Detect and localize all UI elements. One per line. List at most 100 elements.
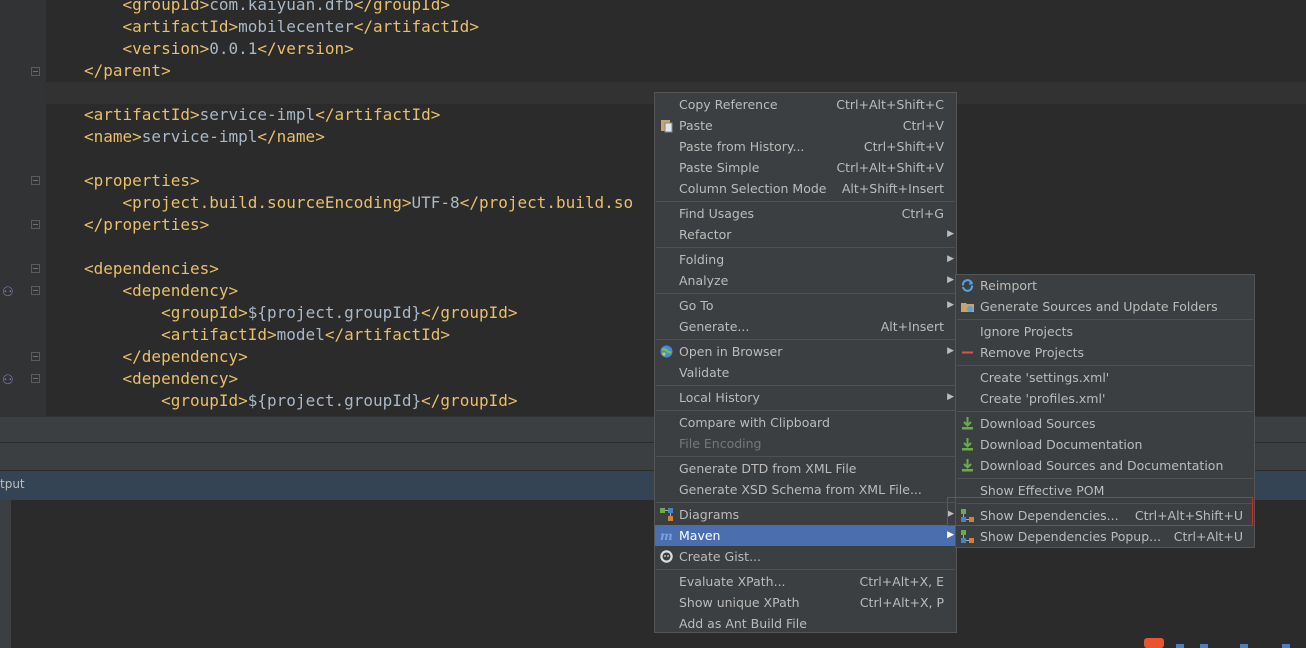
menu-item-paste-simple[interactable]: Paste Simple Ctrl+Alt+Shift+V [655,157,956,178]
menu-item-ignore-projects[interactable]: Ignore Projects [956,321,1254,342]
menu-item-remove-projects[interactable]: Remove Projects [956,342,1254,363]
menu-item-analyze[interactable]: Analyze ▶ [655,270,956,291]
menu-separator [957,478,1253,479]
menu-item-reimport[interactable]: Reimport [956,275,1254,296]
menu-item-create-settings-xml[interactable]: Create 'settings.xml' [956,367,1254,388]
fold-marker-icon[interactable] [31,374,40,383]
generate-sources-icon [960,299,975,314]
fold-marker-icon[interactable] [31,67,40,76]
submenu-arrow-icon: ▶ [947,300,954,310]
highlight-outline [947,497,1253,526]
fold-marker-icon[interactable] [31,286,40,295]
menu-item-validate[interactable]: Validate [655,362,956,383]
menu-item-paste-from-history[interactable]: Paste from History... Ctrl+Shift+V [655,136,956,157]
menu-item-label: Analyze [679,273,729,288]
menu-item-evaluate-xpath[interactable]: Evaluate XPath... Ctrl+Alt+X, E [655,571,956,592]
menu-item-download-sources[interactable]: Download Sources [956,413,1254,434]
menu-separator [656,339,955,340]
menu-item-maven[interactable]: m Maven ▶ [655,525,956,546]
menu-separator [656,456,955,457]
menu-item-diagrams[interactable]: Diagrams ▶ [655,504,956,525]
xml-tag: </artifactId> [315,105,441,124]
menu-item-go-to[interactable]: Go To ▶ [655,295,956,316]
download-icon [960,458,975,473]
menu-item-refactor[interactable]: Refactor ▶ [655,224,956,245]
xml-tag: </properties> [84,215,210,234]
system-tray-icons [1144,638,1290,648]
code-line: <project.build.sourceEncoding>UTF-8</pro… [84,192,634,214]
xml-tag: </groupId> [353,0,451,14]
menu-item-label: Evaluate XPath... [679,574,786,589]
tray-icon [1200,644,1208,648]
xml-tag: <groupId> [122,0,210,14]
menu-item-label: Compare with Clipboard [679,415,830,430]
xml-tag: <artifactId> [84,105,200,124]
menu-item-find-usages[interactable]: Find Usages Ctrl+G [655,203,956,224]
menu-item-compare-with-clipboard[interactable]: Compare with Clipboard [655,412,956,433]
menu-separator [656,293,955,294]
maven-dependency-gutter-icon[interactable]: ⚇ [2,285,16,301]
menu-item-label: Create 'settings.xml' [980,370,1110,385]
menu-item-generate-sources-and-update-folders[interactable]: Generate Sources and Update Folders [956,296,1254,317]
context-menu: Copy Reference Ctrl+Alt+Shift+C Paste Ctrl+… [654,92,957,633]
code-line: </properties> [84,214,209,236]
menu-separator [656,502,955,503]
maven-dependency-gutter-icon[interactable]: ⚇ [2,373,16,389]
menu-item-show-dependencies-popup[interactable]: Show Dependencies Popup... Ctrl+Alt+U [956,526,1254,547]
fold-marker-icon[interactable] [31,220,40,229]
dependencies-icon [960,529,975,544]
menu-item-shortcut: Ctrl+Alt+X, E [859,574,944,589]
menu-item-generate-dtd-from-xml-file[interactable]: Generate DTD from XML File [655,458,956,479]
menu-item-local-history[interactable]: Local History ▶ [655,387,956,408]
code-text: mobilecenter [238,17,354,36]
menu-item-label: Create Gist... [679,549,762,564]
menu-item-open-in-browser[interactable]: Open in Browser ▶ [655,341,956,362]
menu-item-label: Generate XSD Schema from XML File... [679,482,922,497]
code-line: <artifactId>model</artifactId> [84,324,450,346]
reimport-icon [960,278,975,293]
submenu-arrow-icon: ▶ [947,392,954,402]
menu-item-label: Refactor [679,227,732,242]
menu-item-label: Ignore Projects [980,324,1073,339]
menu-item-paste[interactable]: Paste Ctrl+V [655,115,956,136]
menu-item-download-sources-and-documentation[interactable]: Download Sources and Documentation [956,455,1254,476]
fold-marker-icon[interactable] [31,264,40,273]
menu-separator [656,201,955,202]
menu-item-label: Download Documentation [980,437,1143,452]
menu-item-label: Download Sources and Documentation [980,458,1224,473]
menu-item-folding[interactable]: Folding ▶ [655,249,956,270]
menu-item-add-as-ant-build-file[interactable]: Add as Ant Build File [655,613,956,634]
menu-item-shortcut: Ctrl+G [901,206,944,221]
menu-item-create-gist[interactable]: Create Gist... [655,546,956,567]
menu-item-show-unique-xpath[interactable]: Show unique XPath Ctrl+Alt+X, P [655,592,956,613]
menu-item-label: Remove Projects [980,345,1084,360]
xml-tag: <artifactId> [122,17,239,36]
menu-item-generate[interactable]: Generate... Alt+Insert [655,316,956,337]
menu-item-label: Local History [679,390,760,405]
menu-item-generate-xsd-schema-from-xml-file[interactable]: Generate XSD Schema from XML File... [655,479,956,500]
xml-tag: </parent> [84,61,171,80]
menu-item-label: Paste Simple [679,160,760,175]
xml-tag: <dependencies> [84,259,219,278]
xml-tag: <groupId> [161,303,248,322]
xml-tag: <groupId> [161,391,248,410]
menu-item-copy-reference[interactable]: Copy Reference Ctrl+Alt+Shift+C [655,94,956,115]
menu-item-download-documentation[interactable]: Download Documentation [956,434,1254,455]
download-icon [960,437,975,452]
menu-item-shortcut: Ctrl+Alt+X, P [859,595,944,610]
menu-item-shortcut: Ctrl+Shift+V [863,139,944,154]
menu-separator [656,247,955,248]
menu-item-column-selection-mode[interactable]: Column Selection Mode Alt+Shift+Insert [655,178,956,199]
tool-window-toolbar[interactable] [0,500,11,648]
code-text: com.kaiyuan.dfb [209,0,354,14]
menu-item-create-profiles-xml[interactable]: Create 'profiles.xml' [956,388,1254,409]
menu-separator [656,410,955,411]
menu-item-label: Add as Ant Build File [679,616,807,631]
fold-marker-icon[interactable] [31,176,40,185]
fold-marker-icon[interactable] [31,352,40,361]
menu-item-file-encoding[interactable]: File Encoding [655,433,956,454]
code-line: <dependency> [84,280,239,302]
